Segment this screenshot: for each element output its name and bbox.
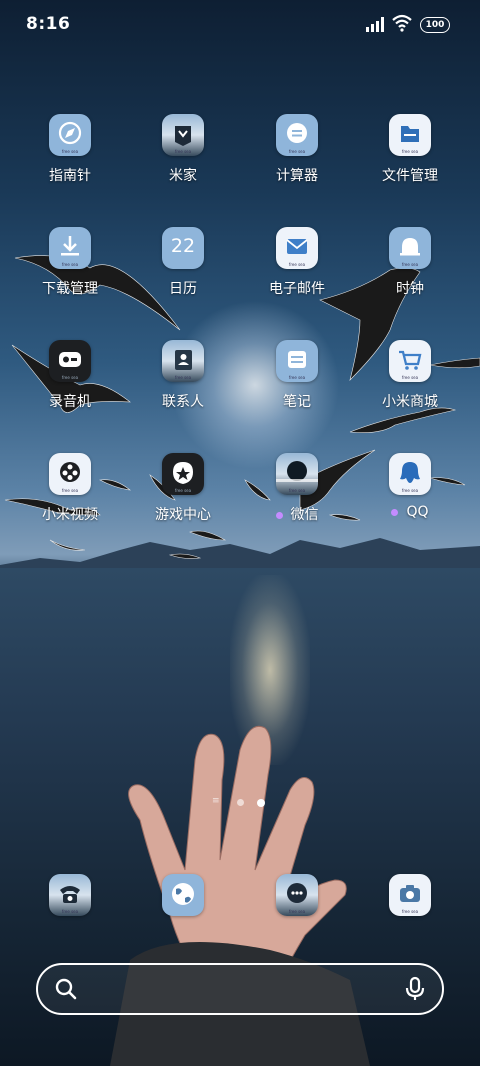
app-wechat[interactable]: free sea 微信 xyxy=(247,453,347,524)
app-label-text: QQ xyxy=(406,504,429,520)
app-label: 日历 xyxy=(169,281,197,297)
app-label: 联系人 xyxy=(162,394,204,410)
app-calculator[interactable]: free sea 计算器 xyxy=(247,114,347,185)
search-bar[interactable] xyxy=(36,963,444,1015)
video-reel-icon: free sea xyxy=(49,453,91,495)
app-recorder[interactable]: free sea 录音机 xyxy=(20,340,120,411)
dock-phone[interactable]: free sea xyxy=(20,874,120,916)
app-downloads[interactable]: free sea 下载管理 xyxy=(20,227,120,298)
page-dot-active xyxy=(257,799,265,807)
app-compass[interactable]: free sea 指南针 xyxy=(20,114,120,185)
calendar-icon: 22 xyxy=(162,227,204,269)
game-center-icon: free sea xyxy=(162,453,204,495)
app-label: 录音机 xyxy=(49,394,91,410)
download-icon: free sea xyxy=(49,227,91,269)
recorder-icon: free sea xyxy=(49,340,91,382)
calendar-day: 22 xyxy=(170,235,196,257)
battery-indicator: 100 xyxy=(420,17,450,33)
app-game-center[interactable]: free sea 游戏中心 xyxy=(133,453,233,524)
app-email[interactable]: free sea 电子邮件 xyxy=(247,227,347,298)
dock-browser[interactable] xyxy=(133,874,233,916)
app-label: 小米商城 xyxy=(382,394,438,410)
search-icon[interactable] xyxy=(54,977,78,1001)
app-mi-store[interactable]: free sea 小米商城 xyxy=(360,340,460,411)
app-label: 下载管理 xyxy=(42,281,98,297)
app-label-text: 微信 xyxy=(290,507,319,523)
dock-messages[interactable]: free sea xyxy=(247,874,347,916)
wifi-icon xyxy=(392,14,412,32)
app-contacts[interactable]: free sea 联系人 xyxy=(133,340,233,411)
notes-icon: free sea xyxy=(276,340,318,382)
mail-icon: free sea xyxy=(276,227,318,269)
page-list-icon: ≡ xyxy=(212,796,220,806)
status-time: 8:16 xyxy=(26,14,71,34)
app-qq[interactable]: free sea QQ xyxy=(360,453,460,520)
app-file-manager[interactable]: free sea 文件管理 xyxy=(360,114,460,185)
wechat-icon: free sea xyxy=(276,453,318,495)
app-label: 笔记 xyxy=(283,394,311,410)
app-label: 微信 xyxy=(247,504,347,524)
app-label: QQ xyxy=(360,504,460,520)
app-label: 游戏中心 xyxy=(155,507,211,523)
dock-camera[interactable]: free sea xyxy=(360,874,460,916)
app-notes[interactable]: free sea 笔记 xyxy=(247,340,347,411)
new-badge xyxy=(391,508,399,516)
app-label: 小米视频 xyxy=(42,507,98,523)
calculator-icon: free sea xyxy=(276,114,318,156)
page-dot xyxy=(237,799,244,806)
contacts-icon: free sea xyxy=(162,340,204,382)
app-label: 电子邮件 xyxy=(269,281,325,297)
globe-icon xyxy=(162,874,204,916)
app-label: 米家 xyxy=(169,168,197,184)
camera-icon: free sea xyxy=(389,874,431,916)
alarm-clock-icon: free sea xyxy=(389,227,431,269)
app-label: 计算器 xyxy=(276,168,318,184)
folder-icon: free sea xyxy=(389,114,431,156)
compass-icon: free sea xyxy=(49,114,91,156)
qq-penguin-icon: free sea xyxy=(389,453,431,495)
microphone-icon[interactable] xyxy=(404,976,426,1002)
app-label: 文件管理 xyxy=(382,168,438,184)
status-bar: 8:16 100 xyxy=(0,0,480,48)
chat-bubble-icon: free sea xyxy=(276,874,318,916)
app-label: 时钟 xyxy=(396,281,424,297)
app-clock[interactable]: free sea 时钟 xyxy=(360,227,460,298)
app-mi-video[interactable]: free sea 小米视频 xyxy=(20,453,120,524)
app-mijia[interactable]: free sea 米家 xyxy=(133,114,233,185)
app-label: 指南针 xyxy=(49,168,91,184)
app-calendar[interactable]: 22 日历 xyxy=(133,227,233,298)
new-badge xyxy=(275,511,283,519)
cellular-signal-icon xyxy=(366,17,384,32)
telephone-icon: free sea xyxy=(49,874,91,916)
shopping-cart-icon: free sea xyxy=(389,340,431,382)
mijia-icon: free sea xyxy=(162,114,204,156)
